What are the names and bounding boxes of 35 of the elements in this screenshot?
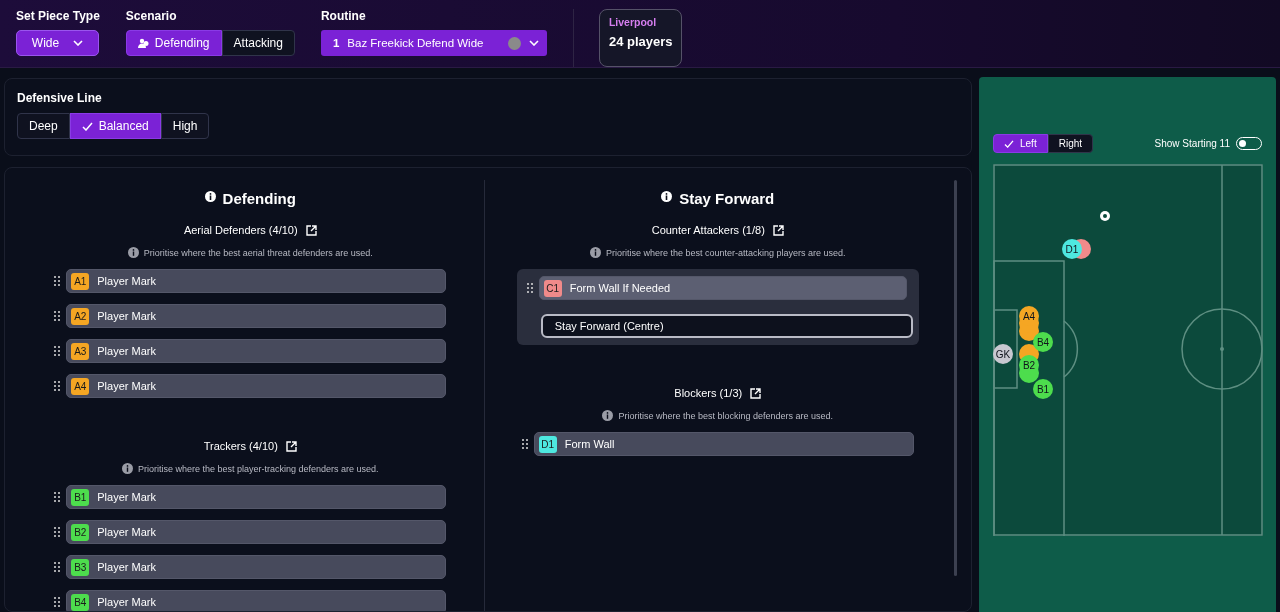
role-label: Player Mark: [97, 310, 156, 322]
hint-text: Prioritise where the best player-tracking defenders are used.: [137, 463, 379, 474]
role-label: Player Mark: [97, 275, 156, 287]
field-label: Scenario: [125, 9, 178, 23]
hint-text: Prioritise where the best aerial threat defenders are used.: [143, 247, 373, 258]
routine-name: Baz Freekick Defend Wide: [347, 37, 485, 49]
role-tag: B2: [71, 523, 90, 541]
role-label: Player Mark: [97, 526, 156, 538]
toggle-label: Show Starting 11: [1154, 138, 1230, 149]
hint-text: Prioritise where the best counter-attacking players are used.: [605, 247, 846, 258]
role-label: Player Mark: [97, 596, 156, 608]
role-tag: B1: [71, 488, 90, 506]
role-label: Player Mark: [97, 380, 156, 392]
column-title: Defending: [222, 190, 296, 207]
role-label: Form Wall: [564, 438, 615, 450]
team-name: Liverpool: [608, 16, 658, 28]
column-title: Stay Forward: [679, 190, 775, 207]
role-label: Form Wall If Needed: [569, 282, 671, 294]
routine-number: 1: [332, 37, 340, 49]
role-tag: C1: [543, 279, 562, 297]
player-count: 24 players: [608, 34, 672, 49]
role-label: Player Mark: [97, 491, 156, 503]
role-tag: A3: [71, 342, 90, 360]
field-label: Routine: [320, 9, 367, 23]
role-tag: A4: [71, 377, 90, 395]
role-tag: A1: [71, 272, 90, 290]
hint-text: Prioritise where the best blocking defenders are used.: [618, 410, 834, 421]
role-tag: B3: [71, 558, 90, 576]
section-label: Defensive Line: [17, 91, 103, 105]
role-tag: D1: [538, 435, 557, 453]
field-label: Set Piece Type: [16, 9, 100, 23]
role-label: Player Mark: [97, 345, 156, 357]
role-tag: B4: [71, 593, 90, 611]
role-label: Player Mark: [97, 561, 156, 573]
role-tag: A2: [71, 307, 90, 325]
